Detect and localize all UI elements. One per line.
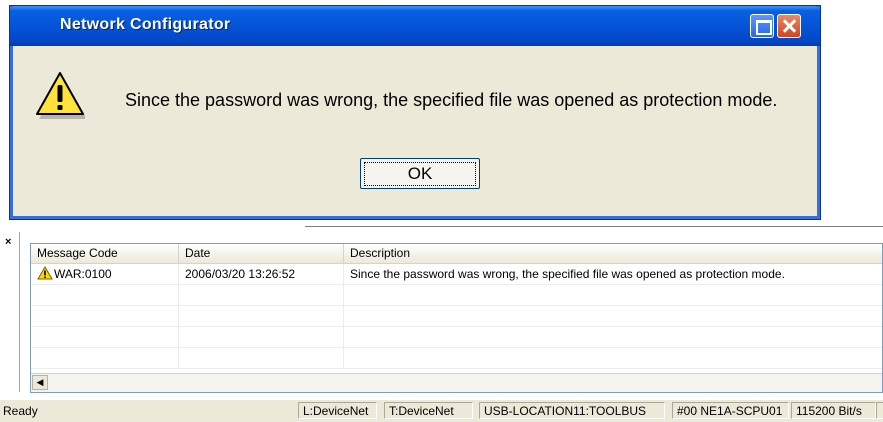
list-header: Message Code Date Description (31, 244, 882, 264)
message-code-text: WAR:0100 (54, 267, 112, 281)
column-header-message-code[interactable]: Message Code (31, 244, 179, 263)
list-row (31, 306, 882, 327)
list-row (31, 285, 882, 306)
empty-cell (31, 306, 179, 326)
warning-icon (37, 266, 53, 280)
dialog-titlebar[interactable]: Network Configurator (10, 6, 820, 46)
status-indicator (876, 402, 883, 419)
warning-icon (36, 72, 85, 119)
column-header-date[interactable]: Date (179, 244, 344, 263)
horizontal-scrollbar[interactable]: ◀ (31, 373, 882, 392)
ok-button[interactable]: OK (360, 158, 480, 189)
pane-close-icon[interactable]: × (5, 236, 11, 248)
empty-cell (179, 285, 344, 305)
cell-message-code: WAR:0100 (31, 264, 179, 284)
empty-cell (31, 327, 179, 347)
scroll-left-button[interactable]: ◀ (32, 375, 48, 390)
empty-cell (344, 327, 882, 347)
dialog-message: Since the password was wrong, the specif… (125, 90, 778, 110)
list-row (31, 327, 882, 348)
pane-divider (305, 226, 883, 227)
status-device: #00 NE1A-SCPU01 (672, 402, 789, 419)
empty-cell (344, 348, 882, 368)
list-row (31, 348, 882, 369)
status-local-network: L:DeviceNet (298, 402, 377, 419)
status-connection: USB-LOCATION11:TOOLBUS (479, 402, 665, 419)
empty-cell (31, 348, 179, 368)
empty-cell (179, 327, 344, 347)
status-baud-rate: 115200 Bit/s (791, 402, 876, 419)
ok-button-label: OK (364, 162, 476, 186)
pane-grip[interactable] (14, 232, 20, 392)
status-target-network: T:DeviceNet (384, 402, 473, 419)
empty-cell (179, 348, 344, 368)
cell-date: 2006/03/20 13:26:52 (179, 264, 344, 284)
cell-description: Since the password was wrong, the specif… (344, 264, 882, 284)
empty-cell (344, 285, 882, 305)
close-button[interactable] (777, 14, 801, 38)
empty-cell (31, 285, 179, 305)
message-list: Message Code Date Description WAR:0100 2… (30, 243, 883, 393)
status-bar: Ready L:DeviceNet T:DeviceNet USB-LOCATI… (0, 399, 883, 422)
empty-cell (179, 306, 344, 326)
status-ready: Ready (3, 404, 38, 418)
list-row[interactable]: WAR:0100 2006/03/20 13:26:52 Since the p… (31, 264, 882, 285)
empty-cell (344, 306, 882, 326)
message-dialog: Network Configurator Since the password … (9, 5, 821, 220)
maximize-button[interactable] (750, 14, 774, 38)
column-header-description[interactable]: Description (344, 244, 882, 263)
dialog-title: Network Configurator (60, 16, 231, 33)
